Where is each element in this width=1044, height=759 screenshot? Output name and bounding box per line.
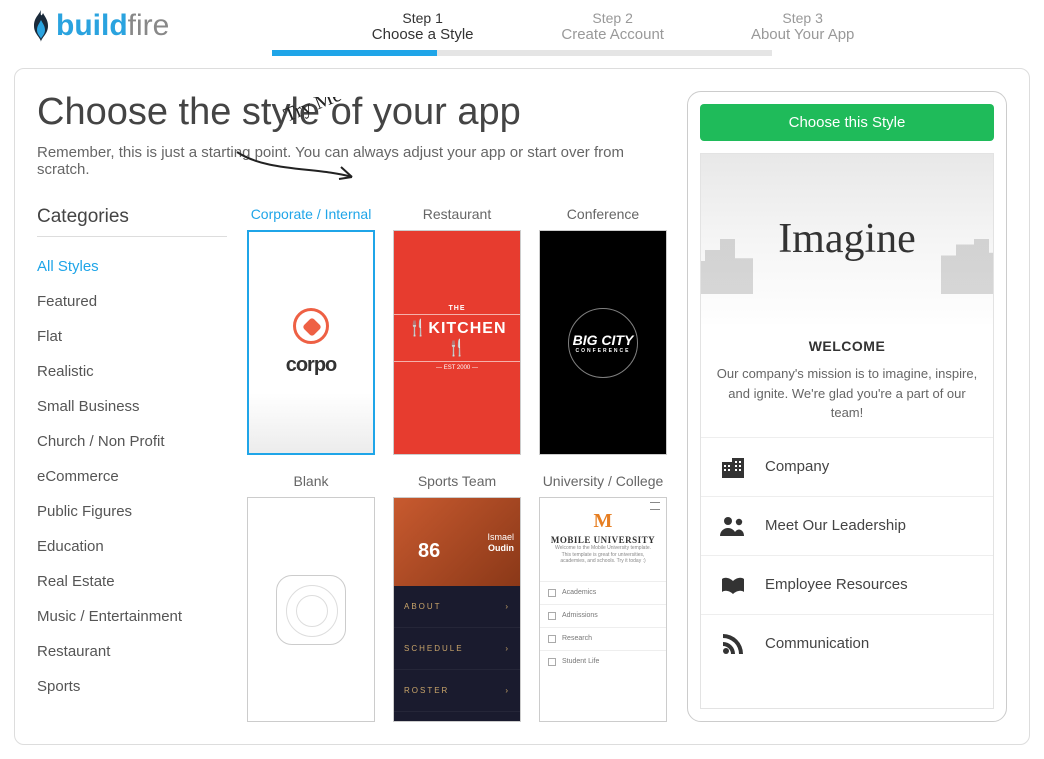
preview-menu-label: Meet Our Leadership: [765, 517, 906, 534]
template-name: Restaurant: [393, 206, 521, 224]
template-card[interactable]: Sports Team 86IsmaelOudinABOUT›SCHEDULE›R…: [393, 473, 521, 722]
template-card[interactable]: Corporate / Internal corpo: [247, 206, 375, 455]
company-icon: [719, 456, 747, 478]
category-item[interactable]: Small Business: [37, 389, 227, 424]
logo[interactable]: buildfire: [28, 8, 169, 44]
template-card[interactable]: Blank: [247, 473, 375, 722]
preview-menu-label: Communication: [765, 635, 869, 652]
logo-text-1: build: [56, 9, 128, 43]
main-card: Choose the style of your app Remember, t…: [14, 68, 1030, 745]
choose-style-button[interactable]: Choose this Style: [700, 104, 994, 141]
step-1[interactable]: Step 1 Choose a Style: [348, 10, 498, 43]
logo-text-2: fire: [128, 9, 170, 43]
preview-welcome-header: WELCOME: [715, 338, 979, 354]
wizard-steps: Step 1 Choose a Style Step 2 Create Acco…: [209, 10, 1016, 43]
category-item[interactable]: Church / Non Profit: [37, 424, 227, 459]
progress-bar: [0, 44, 1044, 68]
template-thumb: THE🍴KITCHEN🍴— EST 2000 —: [393, 230, 521, 455]
category-item[interactable]: Education: [37, 529, 227, 564]
category-item[interactable]: Realistic: [37, 354, 227, 389]
category-item[interactable]: Flat: [37, 319, 227, 354]
preview-panel: Choose this Style Imagine WELCOME Our co…: [687, 91, 1007, 722]
preview-welcome: WELCOME Our company's mission is to imag…: [701, 324, 993, 437]
category-item[interactable]: All Styles: [37, 249, 227, 284]
phone-preview: Imagine WELCOME Our company's mission is…: [700, 153, 994, 709]
template-grid: Corporate / Internal corpo Restaurant THE🍴K…: [227, 206, 667, 722]
template-name: Blank: [247, 473, 375, 491]
category-item[interactable]: Real Estate: [37, 564, 227, 599]
template-card[interactable]: Conference BIG CITYCONFERENCE: [539, 206, 667, 455]
flame-icon: [28, 8, 54, 44]
preview-hero-title: Imagine: [778, 215, 916, 263]
categories-header: Categories: [37, 206, 227, 237]
step-3[interactable]: Step 3 About Your App: [728, 10, 878, 43]
preview-hero: Imagine: [701, 154, 993, 324]
category-item[interactable]: Music / Entertainment: [37, 599, 227, 634]
preview-menu-item[interactable]: Communication: [701, 614, 993, 673]
category-list: All StylesFeaturedFlatRealisticSmall Bus…: [37, 249, 227, 704]
preview-menu-item[interactable]: Employee Resources: [701, 555, 993, 614]
categories-panel: Categories All StylesFeaturedFlatRealist…: [37, 206, 227, 722]
template-thumb: MMOBILE UNIVERSITYWelcome to the Mobile …: [539, 497, 667, 722]
template-thumb: 86IsmaelOudinABOUT›SCHEDULE›ROSTER›: [393, 497, 521, 722]
preview-menu: Company Meet Our Leadership Employee Resou…: [701, 437, 993, 673]
preview-welcome-body: Our company's mission is to imagine, ins…: [715, 364, 979, 423]
preview-menu-item[interactable]: Company: [701, 437, 993, 496]
page-subtitle: Remember, this is just a starting point.…: [37, 144, 667, 178]
template-name: Sports Team: [393, 473, 521, 491]
category-item[interactable]: eCommerce: [37, 459, 227, 494]
preview-menu-label: Employee Resources: [765, 576, 908, 593]
category-item[interactable]: Featured: [37, 284, 227, 319]
people-icon: [719, 515, 747, 537]
template-thumb: corpo: [247, 230, 375, 455]
template-name: Corporate / Internal: [247, 206, 375, 224]
preview-menu-label: Company: [765, 458, 829, 475]
book-icon: [719, 574, 747, 596]
template-card[interactable]: Restaurant THE🍴KITCHEN🍴— EST 2000 —: [393, 206, 521, 455]
step-2[interactable]: Step 2 Create Account: [538, 10, 688, 43]
page-title: Choose the style of your app: [37, 91, 667, 134]
category-item[interactable]: Sports: [37, 669, 227, 704]
preview-menu-item[interactable]: Meet Our Leadership: [701, 496, 993, 555]
category-item[interactable]: Public Figures: [37, 494, 227, 529]
rss-icon: [719, 633, 747, 655]
top-bar: buildfire Step 1 Choose a Style Step 2 C…: [0, 0, 1044, 44]
template-thumb: [247, 497, 375, 722]
template-name: University / College: [539, 473, 667, 491]
template-thumb: BIG CITYCONFERENCE: [539, 230, 667, 455]
template-card[interactable]: University / College MMOBILE UNIVERSITYWe…: [539, 473, 667, 722]
category-item[interactable]: Restaurant: [37, 634, 227, 669]
template-name: Conference: [539, 206, 667, 224]
